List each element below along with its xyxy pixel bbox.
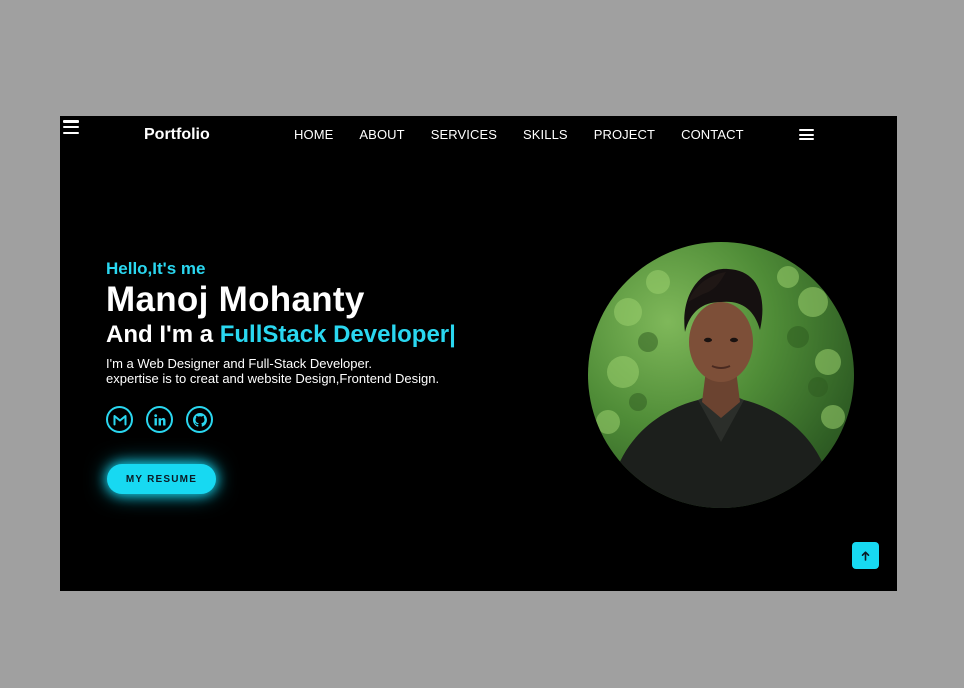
menu-toggle-icon[interactable] (63, 120, 79, 134)
hero-role: And I'm a FullStack Developer| (106, 321, 456, 349)
nav-about[interactable]: ABOUT (359, 127, 404, 142)
main-nav: HOME ABOUT SERVICES SKILLS PROJECT CONTA… (294, 127, 744, 142)
github-icon (192, 412, 207, 427)
nav-skills[interactable]: SKILLS (523, 127, 568, 142)
hamburger-menu-icon[interactable] (799, 129, 814, 140)
nav-project[interactable]: PROJECT (594, 127, 655, 142)
profile-photo (588, 242, 854, 508)
portfolio-page: Portfolio HOME ABOUT SERVICES SKILLS PRO… (60, 116, 897, 591)
resume-button[interactable]: MY RESUME (107, 464, 216, 494)
github-link[interactable] (186, 406, 213, 433)
role-highlight: FullStack Developer| (219, 321, 456, 348)
arrow-up-icon (861, 550, 870, 561)
scroll-top-button[interactable] (852, 542, 879, 569)
description-line-2: expertise is to creat and website Design… (106, 371, 440, 386)
logo[interactable]: Portfolio (144, 126, 210, 144)
gmail-link[interactable] (106, 406, 133, 433)
linkedin-icon (153, 413, 165, 425)
nav-contact[interactable]: CONTACT (681, 127, 744, 142)
nav-services[interactable]: SERVICES (431, 127, 497, 142)
hero-name: Manoj Mohanty (106, 280, 365, 319)
linkedin-link[interactable] (146, 406, 173, 433)
social-links (106, 406, 213, 433)
gmail-icon (113, 414, 126, 425)
profile-photo-illustration (596, 266, 845, 508)
hero-description: I'm a Web Designer and Full-Stack Develo… (106, 356, 439, 386)
greeting: Hello,It's me (106, 259, 206, 278)
nav-home[interactable]: HOME (294, 127, 333, 142)
description-line-1: I'm a Web Designer and Full-Stack Develo… (106, 356, 372, 371)
role-prefix: And I'm a (106, 321, 220, 348)
